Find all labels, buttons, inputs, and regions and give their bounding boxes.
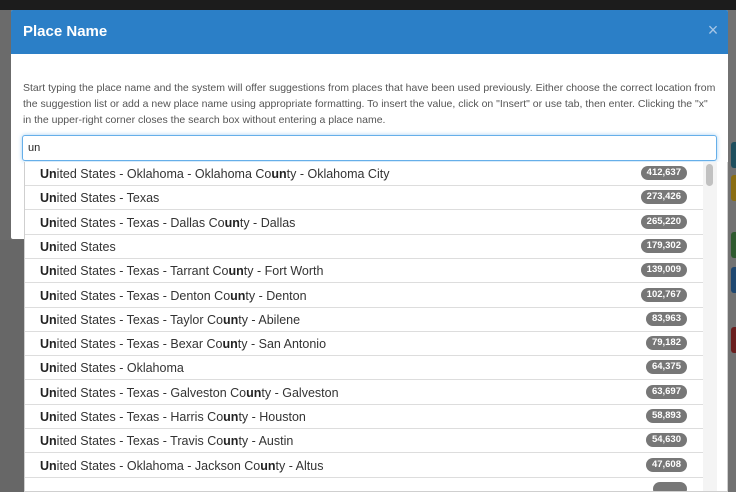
backdrop-panel <box>0 240 24 492</box>
suggestion-label: United States - Texas <box>40 191 160 206</box>
suggestion-item[interactable]: United States - Texas - Dallas County - … <box>25 211 703 235</box>
usage-count-badge: 64,375 <box>645 360 687 375</box>
suggestion-item[interactable]: United States - Oklahoma 64,375 <box>25 356 703 381</box>
suggestion-label: United States - Oklahoma - Oklahoma Coun… <box>40 167 390 181</box>
suggestion-label: United States - Oklahoma - Jackson Count… <box>40 458 324 473</box>
usage-count-badge: 412,637 <box>640 166 687 180</box>
usage-count-badge: 102,767 <box>640 287 687 302</box>
suggestion-item[interactable] <box>25 478 703 491</box>
usage-count-badge: 83,963 <box>645 311 687 326</box>
dialog-instructions: Start typing the place name and the syst… <box>23 82 716 126</box>
suggestion-item[interactable]: United States - Texas - Travis County - … <box>25 429 703 454</box>
suggestion-item[interactable]: United States - Oklahoma - Jackson Count… <box>25 454 703 478</box>
dialog-header: Place Name × <box>11 10 728 54</box>
suggestion-label: United States - Texas - Tarrant County -… <box>40 264 324 279</box>
top-bar <box>0 0 736 10</box>
backdrop-swatch <box>731 175 736 201</box>
suggestion-label: United States - Texas - Galveston County… <box>40 385 339 400</box>
place-search-input[interactable] <box>22 135 717 161</box>
suggestion-item[interactable]: United States - Texas - Denton County - … <box>25 284 703 308</box>
suggestion-item[interactable]: United States 179,302 <box>25 235 703 259</box>
close-icon[interactable]: × <box>705 20 721 40</box>
suggestion-item[interactable]: United States - Texas - Harris County - … <box>25 405 703 429</box>
suggestion-item[interactable]: United States - Oklahoma - Oklahoma Coun… <box>25 162 703 186</box>
usage-count-badge: 265,220 <box>640 214 687 229</box>
suggestion-item[interactable]: United States - Texas 273,426 <box>25 186 703 211</box>
suggestion-item[interactable]: United States - Texas - Taylor County - … <box>25 308 703 332</box>
suggestion-label: United States - Texas - Travis County - … <box>40 434 294 449</box>
usage-count-badge: 179,302 <box>640 238 687 253</box>
suggestion-item[interactable]: United States - Texas - Galveston County… <box>25 381 703 405</box>
usage-count-badge: 79,182 <box>645 336 687 351</box>
backdrop-swatch <box>731 327 736 353</box>
suggestion-label: United States - Texas - Dallas County - … <box>40 215 296 230</box>
suggestion-label: United States - Texas - Taylor County - … <box>40 312 301 327</box>
suggestion-scrollbar[interactable] <box>703 162 717 491</box>
usage-count-badge <box>653 481 687 491</box>
scrollbar-thumb[interactable] <box>706 164 713 186</box>
suggestion-item[interactable]: United States - Texas - Bexar County - S… <box>25 332 703 357</box>
suggestion-label: United States <box>40 239 116 254</box>
suggestion-list: United States - Oklahoma - Jackson Count… <box>24 162 728 492</box>
suggestion-label: United States - Texas - Bexar County - S… <box>40 337 327 352</box>
backdrop-swatch <box>731 232 736 258</box>
usage-count-badge: 63,697 <box>645 384 687 399</box>
usage-count-badge: 54,630 <box>645 433 687 448</box>
suggestion-item[interactable]: United States - Texas - Tarrant County -… <box>25 259 703 284</box>
usage-count-badge: 58,893 <box>645 409 687 423</box>
usage-count-badge: 139,009 <box>640 263 687 278</box>
suggestion-label: United States - Texas - Denton County - … <box>40 288 307 303</box>
suggestion-label: United States - Texas - Harris County - … <box>40 410 306 424</box>
usage-count-badge: 273,426 <box>640 190 687 205</box>
dialog-title: Place Name <box>23 23 108 40</box>
backdrop-swatch <box>731 142 736 168</box>
usage-count-badge: 47,608 <box>645 457 687 472</box>
backdrop-swatch <box>731 267 736 293</box>
suggestion-label: United States - Oklahoma <box>40 361 184 376</box>
